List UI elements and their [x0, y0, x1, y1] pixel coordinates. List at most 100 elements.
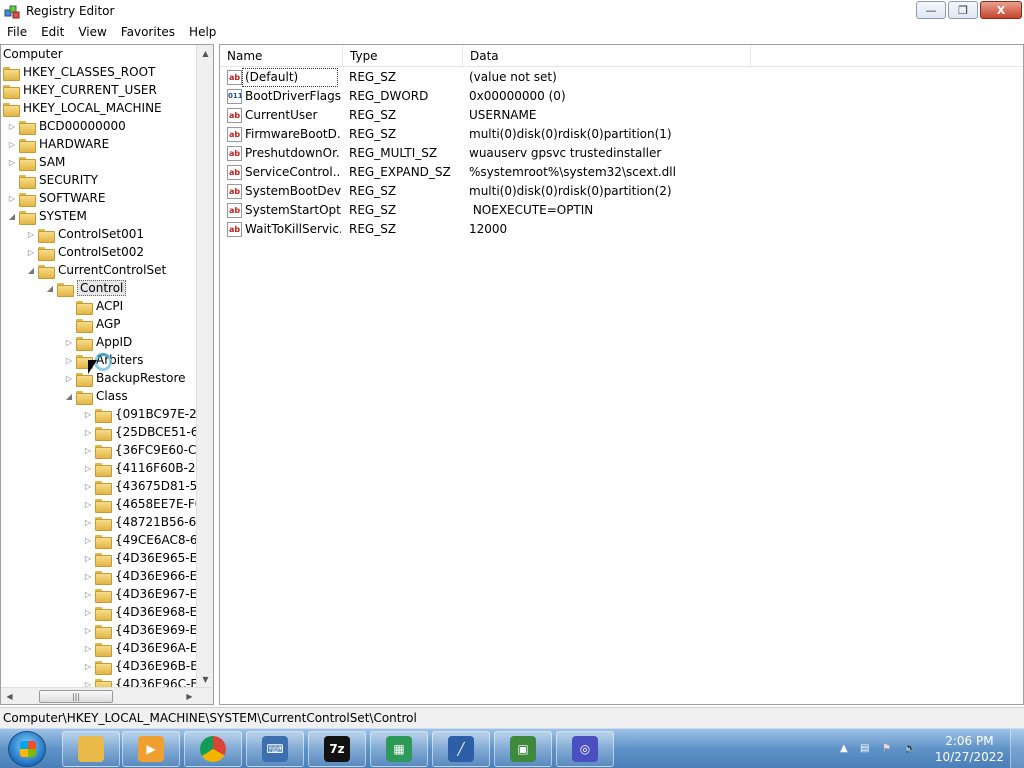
tree-item[interactable]: ▷ {4D36E965-E325 [83, 549, 213, 567]
expand-arrow-icon[interactable]: ▷ [7, 158, 17, 167]
menu-file[interactable]: File [0, 25, 34, 39]
taskbar-7zip-button[interactable]: 7z [308, 731, 366, 767]
minimize-button[interactable]: — [916, 1, 946, 19]
taskbar-torrent-app-button[interactable]: ◎ [556, 731, 614, 767]
tree-item[interactable]: HKEY_CURRENT_USER [3, 81, 157, 99]
registry-value-row[interactable]: ab PreshutdownOr... REG_MULTI_SZ wuauserv g… [220, 144, 1023, 163]
menu-view[interactable]: View [71, 25, 113, 39]
scroll-left-arrow-icon[interactable]: ◀ [1, 688, 18, 704]
expand-arrow-icon[interactable]: ▷ [64, 338, 74, 347]
taskbar-pen-tool-app-button[interactable]: ╱ [432, 731, 490, 767]
expand-arrow-icon[interactable]: ▷ [83, 590, 93, 599]
action-center-icon[interactable]: ⚑ [882, 743, 896, 755]
tree-item[interactable]: ▷ {091BC97E-2352 [83, 405, 213, 423]
expand-arrow-icon[interactable]: ▷ [83, 554, 93, 563]
tree-item[interactable]: ▷ HARDWARE [7, 135, 109, 153]
expand-arrow-icon[interactable]: ▷ [83, 446, 93, 455]
tree-item[interactable]: AGP [64, 315, 121, 333]
expand-arrow-icon[interactable]: ▷ [7, 194, 17, 203]
taskbar-package-app-button[interactable]: ▦ [370, 731, 428, 767]
tree-vertical-scrollbar[interactable]: ▲ ▼ [196, 45, 213, 688]
maximize-button[interactable]: ❐ [948, 1, 978, 19]
tree-item[interactable]: ▷ ControlSet001 [26, 225, 144, 243]
tree-item[interactable]: ◢ Class [64, 387, 128, 405]
column-name-header[interactable]: Name [220, 45, 343, 67]
scroll-thumb[interactable]: ||| [39, 690, 113, 703]
tree-item[interactable]: ▷ {4D36E96A-E32 [83, 639, 213, 657]
expand-arrow-icon[interactable]: ▷ [64, 374, 74, 383]
tree-item[interactable]: ▷ SAM [7, 153, 65, 171]
column-data-header[interactable]: Data [463, 45, 751, 67]
close-button[interactable]: X [980, 1, 1022, 19]
taskbar-device-manager-button[interactable]: ▣ [494, 731, 552, 767]
volume-icon[interactable]: 🔈 [904, 743, 918, 755]
menu-favorites[interactable]: Favorites [114, 25, 182, 39]
tree-item[interactable]: HKEY_CLASSES_ROOT [3, 63, 155, 81]
network-icon[interactable]: ▤ [860, 743, 874, 755]
registry-value-row[interactable]: ab ServiceControl... REG_EXPAND_SZ %systemr… [220, 163, 1023, 182]
collapse-arrow-icon[interactable]: ◢ [45, 284, 55, 293]
expand-arrow-icon[interactable]: ▷ [83, 500, 93, 509]
expand-arrow-icon[interactable]: ▷ [26, 248, 36, 257]
taskbar-media-player-button[interactable]: ▶ [122, 731, 180, 767]
registry-value-row[interactable]: abSystemBootDevi... REG_SZ multi(0)disk(0)… [220, 182, 1023, 201]
tree-horizontal-scrollbar[interactable]: ◀ ||| ▶ [1, 687, 213, 704]
expand-arrow-icon[interactable]: ▷ [83, 410, 93, 419]
expand-arrow-icon[interactable]: ▷ [83, 608, 93, 617]
tree-item[interactable]: ▷ {4D36E969-E325 [83, 621, 213, 639]
registry-tree-pane[interactable]: Computer HKEY_CLASSES_ROOT HKEY_CURRENT_US… [0, 44, 214, 705]
tree-item[interactable]: ▷ {25DBCE51-6C8 [83, 423, 213, 441]
expand-arrow-icon[interactable]: ▷ [7, 140, 17, 149]
collapse-arrow-icon[interactable]: ◢ [26, 266, 36, 275]
tree-item[interactable]: HKEY_LOCAL_MACHINE [3, 99, 162, 117]
tree-item[interactable]: ACPI [64, 297, 123, 315]
collapse-arrow-icon[interactable]: ◢ [64, 392, 74, 401]
tree-item[interactable]: ▷ {43675D81-502A [83, 477, 213, 495]
show-desktop-button[interactable] [1010, 729, 1024, 768]
registry-value-row[interactable]: ab FirmwareBootD... REG_SZ multi(0)disk(0)r… [220, 125, 1023, 144]
tree-item[interactable]: ▷ AppID [64, 333, 132, 351]
expand-arrow-icon[interactable]: ▷ [83, 482, 93, 491]
taskbar-file-explorer-button[interactable] [62, 731, 120, 767]
taskbar-chrome-button[interactable] [184, 731, 242, 767]
menu-help[interactable]: Help [182, 25, 223, 39]
expand-arrow-icon[interactable]: ▷ [83, 428, 93, 437]
expand-arrow-icon[interactable]: ▷ [26, 230, 36, 239]
clock[interactable]: 2:06 PM 10/27/2022 [935, 733, 1004, 765]
tree-item[interactable]: ▷ SOFTWARE [7, 189, 105, 207]
tree-item[interactable]: ▷ {4116F60B-25B3 [83, 459, 213, 477]
expand-arrow-icon[interactable]: ▷ [83, 536, 93, 545]
tree-item[interactable]: ▷ ControlSet002 [26, 243, 144, 261]
registry-value-row[interactable]: ab CurrentUser REG_SZ USERNAME [220, 106, 1023, 125]
column-type-header[interactable]: Type [343, 45, 463, 67]
registry-values-pane[interactable]: Name Type Data ab (Default) REG_SZ (value n… [219, 44, 1024, 705]
expand-arrow-icon[interactable]: ▷ [83, 518, 93, 527]
tree-item[interactable]: ▷ {4D36E96B-E325 [83, 657, 213, 675]
expand-arrow-icon[interactable]: ▷ [83, 626, 93, 635]
tree-item[interactable]: ◢ CurrentControlSet [26, 261, 166, 279]
scroll-down-arrow-icon[interactable]: ▼ [197, 671, 213, 688]
collapse-arrow-icon[interactable]: ◢ [7, 212, 17, 221]
taskbar-keyboard-app-button[interactable]: ⌨ [246, 731, 304, 767]
tree-item[interactable]: ▷ {4D36E968-E325 [83, 603, 213, 621]
registry-value-row[interactable]: ab (Default) REG_SZ (value not set) [220, 68, 1023, 87]
scroll-right-arrow-icon[interactable]: ▶ [181, 688, 198, 704]
show-hidden-icons-icon[interactable]: ▲ [840, 743, 854, 755]
tree-item[interactable]: Computer [3, 45, 63, 63]
scroll-up-arrow-icon[interactable]: ▲ [197, 45, 213, 62]
expand-arrow-icon[interactable]: ▷ [64, 356, 74, 365]
start-button[interactable] [8, 731, 46, 767]
registry-value-row[interactable]: ab WaitToKillServic... REG_SZ 12000 [220, 220, 1023, 239]
tree-item[interactable]: ▷ BCD00000000 [7, 117, 126, 135]
registry-value-row[interactable]: 011 BootDriverFlags REG_DWORD 0x00000000 (0… [220, 87, 1023, 106]
tree-item[interactable]: ▷ {4D36E967-E325 [83, 585, 213, 603]
tree-item[interactable]: ▷ {4D36E966-E325 [83, 567, 213, 585]
menu-edit[interactable]: Edit [34, 25, 71, 39]
tree-item[interactable]: SECURITY [7, 171, 98, 189]
tree-item[interactable]: ◢ Control [45, 279, 127, 297]
expand-arrow-icon[interactable]: ▷ [83, 464, 93, 473]
tree-item[interactable]: ▷ {48721B56-6795 [83, 513, 213, 531]
tree-item[interactable]: ◢ SYSTEM [7, 207, 87, 225]
expand-arrow-icon[interactable]: ▷ [83, 644, 93, 653]
tree-item[interactable]: ▷ {36FC9E60-C46 [83, 441, 212, 459]
